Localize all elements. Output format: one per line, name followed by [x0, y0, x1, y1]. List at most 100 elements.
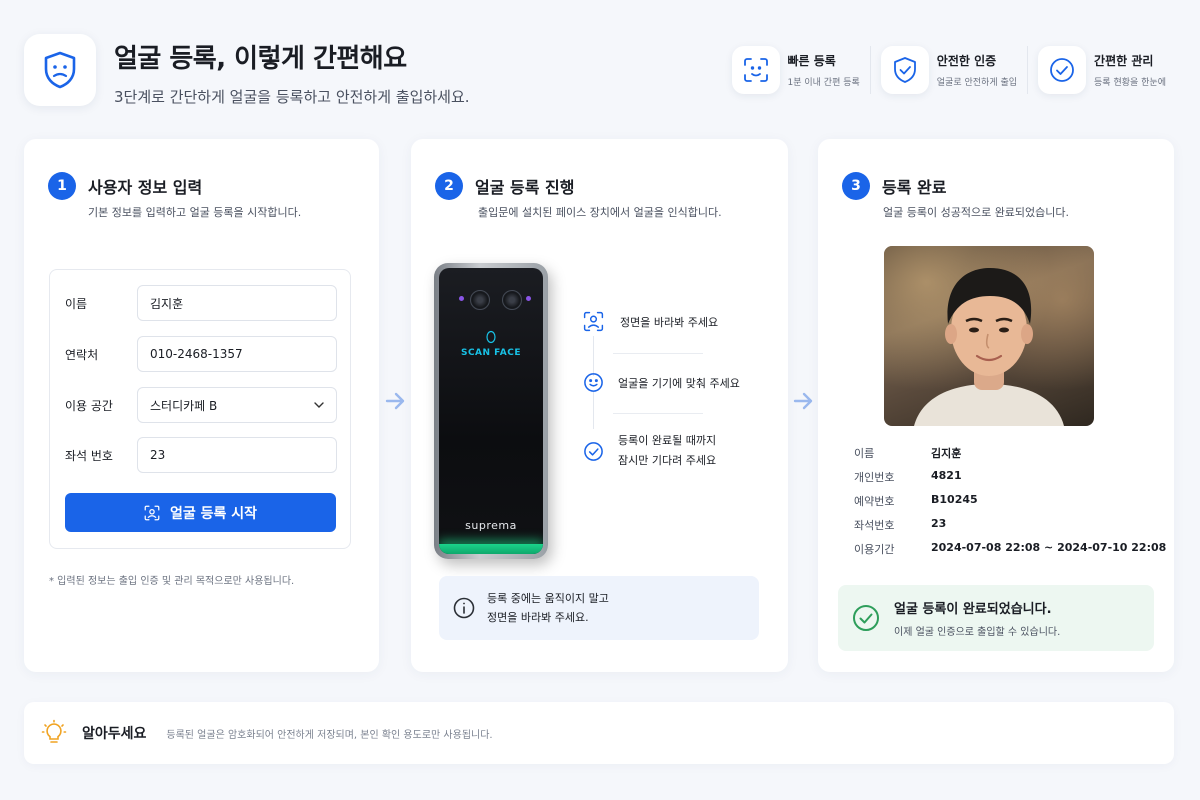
feature-title: 간편한 관리: [1094, 54, 1154, 68]
form-row-phone: 연락처 010-2468-1357: [65, 336, 337, 372]
divider: [613, 353, 703, 354]
start-face-registration-button[interactable]: 얼굴 등록 시작: [65, 493, 336, 532]
face-frame-icon: [583, 311, 604, 332]
form-row-seat: 좌석 번호 23: [65, 437, 337, 473]
feature-title: 안전한 인증: [936, 54, 997, 68]
detail-label: 개인번호: [854, 471, 895, 484]
space-value: 스터디카페 B: [150, 398, 218, 413]
step-number-badge: 1: [48, 172, 76, 200]
step-title: 사용자 정보 입력: [88, 178, 203, 197]
step-header: 2 얼굴 등록 진행: [435, 172, 574, 200]
step-card-user-info: 1 사용자 정보 입력 기본 정보를 입력하고 얼굴 등록을 시작합니다. 이름…: [24, 139, 379, 672]
guide-text: 얼굴을 기기에 맞춰 주세요: [618, 376, 740, 390]
feature-easy-manage: 간편한 관리 등록 현황을 한눈에: [1027, 46, 1176, 94]
name-input[interactable]: 김지훈: [137, 285, 337, 321]
completion-desc: 이제 얼굴 인증으로 출입할 수 있습니다.: [894, 627, 1061, 638]
user-info-form: 이름 김지훈 연락처 010-2468-1357 이용 공간 스터디카페 B 좌…: [49, 269, 351, 549]
detail-row: 이용기간 2024-07-08 22:08 ~ 2024-07-10 22:08: [854, 541, 1166, 557]
info-text-line: 등록 중에는 움직이지 말고: [487, 592, 609, 605]
face-scan-icon: [731, 46, 780, 94]
seat-input[interactable]: 23: [137, 437, 337, 473]
guide-item: 정면을 바라봐 주세요: [583, 311, 718, 332]
detail-value: 2024-07-08 22:08 ~ 2024-07-10 22:08: [931, 541, 1167, 554]
name-value: 김지훈: [150, 296, 184, 311]
info-text-line: 정면을 바라봐 주세요.: [487, 611, 589, 624]
step-card-face-registration: 2 얼굴 등록 진행 출입문에 설치된 페이스 장치에서 얼굴을 인식합니다. …: [411, 139, 788, 672]
name-label: 이름: [65, 296, 88, 311]
detail-value: B10245: [931, 493, 978, 506]
detail-label: 좌석번호: [854, 519, 895, 532]
detail-row: 좌석번호 23: [854, 517, 946, 533]
page-title: 얼굴 등록, 이렇게 간편해요: [114, 44, 407, 74]
divider: [613, 413, 703, 414]
feature-fast-registration: 빠른 등록 1분 이내 간편 등록: [722, 46, 870, 94]
space-select[interactable]: 스터디카페 B: [137, 387, 337, 423]
info-notice: 등록 중에는 움직이지 말고 정면을 바라봐 주세요.: [439, 576, 759, 640]
privacy-note: * 입력된 정보는 출입 인증 및 관리 목적으로만 사용됩니다.: [49, 576, 295, 587]
check-circle-icon: [853, 605, 879, 631]
chevron-down-icon: [314, 402, 324, 408]
detail-value: 김지훈: [931, 447, 962, 460]
page-header: 얼굴 등록, 이렇게 간편해요 3단계로 간단하게 얼굴을 등록하고 안전하게 …: [24, 34, 1176, 114]
notice-footer: 알아두세요 등록된 얼굴은 암호화되어 안전하게 저장되며, 본인 확인 용도로…: [24, 702, 1174, 764]
camera-lens: [470, 290, 490, 310]
feature-secure-auth: 안전한 인증 얼굴로 안전하게 출입: [869, 46, 1027, 94]
face-outline-icon: [486, 330, 496, 344]
detail-row: 개인번호 4821: [854, 469, 962, 485]
guide-text: 잠시만 기다려 주세요: [618, 454, 717, 467]
detail-label: 예약번호: [854, 495, 895, 508]
guide-item: 얼굴을 기기에 맞춰 주세요: [583, 372, 740, 393]
step-description: 기본 정보를 입력하고 얼굴 등록을 시작합니다.: [88, 206, 302, 219]
space-label: 이용 공간: [65, 398, 113, 413]
guide-connector: [593, 391, 594, 429]
step-header: 1 사용자 정보 입력: [48, 172, 202, 200]
registered-face-photo: [884, 246, 1094, 426]
arrow-right-icon: [385, 392, 405, 410]
phone-input[interactable]: 010-2468-1357: [137, 336, 337, 372]
detail-row: 예약번호 B10245: [854, 493, 978, 509]
seat-value: 23: [150, 448, 166, 462]
smile-icon: [584, 373, 603, 392]
step-description: 출입문에 설치된 페이스 장치에서 얼굴을 인식합니다.: [478, 206, 722, 219]
step-title: 얼굴 등록 진행: [475, 178, 575, 197]
start-button-label: 얼굴 등록 시작: [169, 505, 258, 522]
notice-text: 등록된 얼굴은 암호화되어 안전하게 저장되며, 본인 확인 용도로만 사용됩니…: [166, 729, 493, 741]
device-screen: SCAN FACE suprema: [439, 268, 543, 554]
step-number-badge: 2: [435, 172, 463, 200]
detail-label: 이름: [854, 447, 875, 460]
seat-label: 좌석 번호: [65, 448, 113, 463]
logo: [24, 34, 96, 106]
check-circle-icon: [1038, 46, 1087, 94]
page-subtitle: 3단계로 간단하게 얼굴을 등록하고 안전하게 출입하세요.: [114, 88, 470, 106]
lightbulb-icon: [41, 719, 67, 743]
phone-label: 연락처: [65, 347, 99, 362]
device-led-bar: [439, 544, 543, 554]
feature-desc: 얼굴로 안전하게 출입: [936, 78, 1018, 88]
face-recognition-device: SCAN FACE suprema: [434, 263, 548, 559]
form-row-space: 이용 공간 스터디카페 B: [65, 387, 337, 423]
detail-value: 4821: [931, 469, 962, 482]
check-circle-icon: [584, 441, 603, 461]
feature-list: 빠른 등록 1분 이내 간편 등록 안전한 인증 얼굴로 안전하게 출입 간편한…: [722, 46, 1177, 94]
shield-face-icon: [44, 51, 76, 89]
device-brand: suprema: [465, 519, 517, 532]
completion-title: 얼굴 등록이 완료되었습니다.: [894, 602, 1052, 617]
shield-check-icon: [880, 46, 929, 94]
ir-sensor: [526, 296, 531, 301]
feature-title: 빠른 등록: [787, 54, 836, 68]
notice-title: 알아두세요: [82, 726, 147, 742]
guide-text: 등록이 완료될 때까지: [618, 434, 717, 447]
step-header: 3 등록 완료: [842, 172, 946, 200]
detail-label: 이용기간: [854, 543, 895, 556]
info-icon: [453, 597, 475, 619]
completion-banner: 얼굴 등록이 완료되었습니다. 이제 얼굴 인증으로 출입할 수 있습니다.: [838, 585, 1154, 651]
phone-value: 010-2468-1357: [150, 347, 243, 361]
feature-desc: 1분 이내 간편 등록: [787, 78, 860, 88]
form-row-name: 이름 김지훈: [65, 285, 337, 321]
step-number-badge: 3: [842, 172, 870, 200]
face-scan-icon: [144, 505, 160, 520]
guide-item: 등록이 완료될 때까지 잠시만 기다려 주세요: [583, 431, 716, 471]
detail-value: 23: [931, 517, 947, 530]
ir-sensor: [459, 296, 464, 301]
step-description: 얼굴 등록이 성공적으로 완료되었습니다.: [883, 206, 1070, 219]
